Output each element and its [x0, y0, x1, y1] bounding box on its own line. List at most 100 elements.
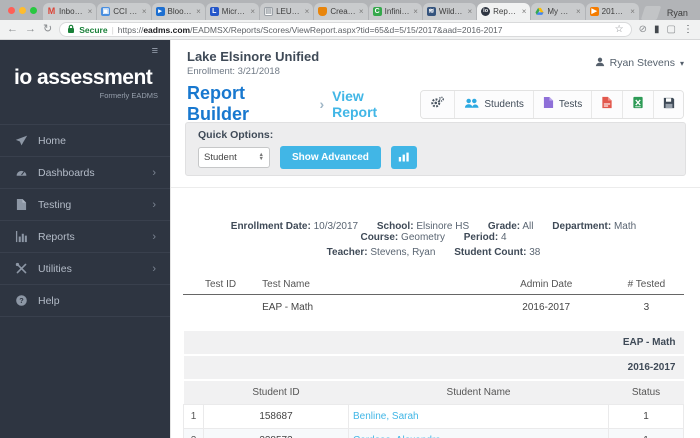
tab-close-icon[interactable]: × — [522, 7, 527, 16]
tab-close-icon[interactable]: × — [467, 7, 472, 16]
student-name-link[interactable]: Benline, Sarah — [353, 411, 419, 422]
window-zoom-button[interactable] — [30, 7, 37, 14]
test-name-cell: EAP - Math — [258, 295, 483, 319]
breadcrumb-view-report[interactable]: View Report — [332, 88, 412, 120]
paper-plane-icon — [14, 134, 29, 147]
browser-tab[interactable]: ▣ CCI Dig × — [97, 3, 150, 20]
chart-view-button[interactable] — [391, 146, 417, 169]
tab-label: Inbox (8 — [59, 7, 85, 16]
window-controls — [4, 0, 43, 20]
sidebar-item-testing[interactable]: Testing › — [0, 189, 170, 221]
scores-col-header: Status — [609, 380, 684, 405]
sidebar-item-home[interactable]: Home — [0, 125, 170, 157]
test-title-band: EAP - Math — [184, 331, 684, 355]
tab-label: Microcr — [222, 7, 248, 16]
quick-options-panel: Quick Options: Student ▲▼ Show Advanced — [185, 122, 686, 176]
browser-tab[interactable]: ▤ LEUSD I × — [260, 3, 313, 20]
tab-label: My Driv — [547, 7, 573, 16]
info-pair: School: Elsinore HS — [377, 221, 469, 232]
sidebar-item-utilities[interactable]: Utilities › — [0, 253, 170, 285]
chart-bars-icon — [398, 150, 410, 165]
window-close-button[interactable] — [8, 7, 15, 14]
tab-label: Creating — [330, 7, 356, 16]
url-domain: eadms.com — [143, 25, 190, 35]
forward-icon[interactable]: → — [25, 24, 36, 35]
info-pair: Period: 4 — [464, 232, 507, 243]
excel-icon — [632, 96, 644, 112]
chrome-menu-icon[interactable]: ⋮ — [683, 25, 693, 35]
scores-table: EAP - Math 2016-2017 Student ID Student … — [183, 331, 684, 438]
testing-file-icon — [14, 198, 29, 211]
student-name-cell: Cardoso, Alexandra — [349, 429, 609, 438]
tab-close-icon[interactable]: × — [576, 7, 581, 16]
show-advanced-button[interactable]: Show Advanced — [280, 146, 381, 169]
tab-close-icon[interactable]: × — [359, 7, 364, 16]
user-name: Ryan Stevens — [610, 57, 675, 69]
extension-icon[interactable]: ▮ — [654, 25, 660, 35]
tests-button[interactable]: Tests — [533, 91, 591, 118]
sidebar-item-reports[interactable]: Reports › — [0, 221, 170, 253]
district-icon: ≋ — [427, 7, 436, 16]
blocker-extension-icon[interactable]: ⊘ — [639, 25, 647, 35]
report-options-button[interactable] — [421, 91, 454, 118]
extension-icon[interactable]: ▢ — [667, 25, 676, 35]
logo-word-text: assessment — [37, 66, 152, 89]
student-name-cell: Benline, Sarah — [349, 405, 609, 429]
tests-col-header: Admin Date — [484, 275, 609, 295]
student-row: 2 328573 Cardoso, Alexandra 1 — [184, 429, 684, 438]
reload-icon[interactable]: ↻ — [43, 24, 52, 35]
user-menu[interactable]: Ryan Stevens ▾ — [595, 57, 684, 70]
status-cell: 1 — [609, 405, 684, 429]
browser-tab[interactable]: My Driv × — [531, 3, 584, 20]
tab-close-icon[interactable]: × — [88, 7, 93, 16]
address-bar[interactable]: Secure | https://eadms.com/EADMSX/Report… — [59, 22, 631, 37]
bookmark-star-icon[interactable]: ☆ — [615, 25, 624, 35]
sidebar-toggle-icon[interactable]: ≡ — [152, 45, 158, 57]
enrollment-info-line: Enrollment Date: 10/3/2017 School: Elsin… — [183, 221, 684, 243]
browser-tab[interactable]: M Inbox (8 × — [43, 3, 96, 20]
browser-tab[interactable]: ▶ 2016-02 × — [586, 3, 639, 20]
tests-col-header: Test ID — [183, 275, 258, 295]
tab-close-icon[interactable]: × — [196, 7, 201, 16]
bloomboard-icon: ▸ — [156, 7, 165, 16]
browser-tab[interactable]: C Infinite C × — [369, 3, 422, 20]
secure-label: Secure — [79, 25, 107, 35]
microcredential-icon: L — [210, 7, 219, 16]
tab-close-icon[interactable]: × — [305, 7, 310, 16]
tab-close-icon[interactable]: × — [413, 7, 418, 16]
browser-tab[interactable]: Creating × — [314, 3, 367, 20]
back-icon[interactable]: ← — [7, 24, 18, 35]
cci-icon: ▣ — [101, 7, 110, 16]
students-icon — [464, 97, 479, 112]
browser-tab[interactable]: ≋ Wildoma × — [423, 3, 476, 20]
tab-close-icon[interactable]: × — [142, 7, 147, 16]
browser-tab[interactable]: ▸ BloomB × — [152, 3, 205, 20]
export-pdf-button[interactable] — [591, 91, 622, 118]
tab-close-icon[interactable]: × — [250, 7, 255, 16]
report-type-select[interactable]: Student ▲▼ — [198, 147, 270, 168]
save-report-button[interactable] — [653, 91, 684, 118]
browser-tab-strip: M Inbox (8 × ▣ CCI Dig × ▸ BloomB × L Mi… — [0, 0, 700, 20]
chrome-profile-name[interactable]: Ryan — [659, 8, 696, 20]
sidebar-item-help[interactable]: ? Help — [0, 285, 170, 317]
tests-col-header: Test Name — [258, 275, 483, 295]
bar-chart-icon — [14, 231, 29, 243]
select-arrows-icon: ▲▼ — [259, 154, 264, 160]
browser-tab-active[interactable]: io Report B × — [477, 3, 530, 20]
breadcrumb-report-builder[interactable]: Report Builder — [187, 83, 311, 125]
students-button[interactable]: Students — [454, 91, 532, 118]
sidebar-item-dashboards[interactable]: Dashboards › — [0, 157, 170, 189]
gears-icon — [430, 96, 445, 112]
export-excel-button[interactable] — [622, 91, 653, 118]
num-tested-cell: 3 — [609, 295, 684, 319]
logo-block: ≡ io assessment Formerly EADMS — [0, 40, 170, 124]
tab-close-icon[interactable]: × — [630, 7, 635, 16]
district-header: Lake Elsinore Unified Enrollment: 3/21/2… — [171, 40, 700, 86]
browser-tab[interactable]: L Microcr × — [206, 3, 259, 20]
url-text: https://eadms.com/EADMSX/Reports/Scores/… — [118, 25, 503, 35]
window-minimize-button[interactable] — [19, 7, 26, 14]
app-shell: ≡ io assessment Formerly EADMS Home Dash… — [0, 40, 700, 438]
test-title: EAP - Math — [184, 331, 684, 355]
tab-label: CCI Dig — [113, 7, 139, 16]
chevron-right-icon: › — [152, 199, 156, 211]
